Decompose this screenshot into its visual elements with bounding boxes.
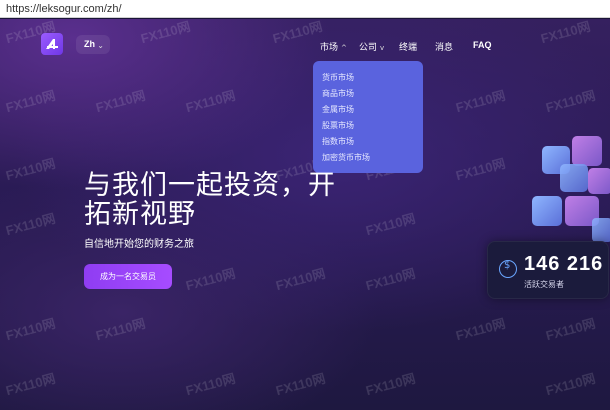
- watermark: FX110网: [544, 315, 597, 344]
- watermark: FX110网: [544, 370, 597, 399]
- watermark: FX110网: [184, 370, 237, 399]
- dropdown-item-forex[interactable]: 货币市场: [322, 72, 354, 83]
- watermark: FX110网: [94, 315, 147, 344]
- become-trader-button[interactable]: 成为一名交易员: [84, 264, 172, 289]
- chevron-up-icon: ^: [341, 44, 347, 52]
- watermark: FX110网: [274, 265, 327, 294]
- nav-news[interactable]: 消息: [435, 40, 453, 53]
- watermark: FX110网: [274, 370, 327, 399]
- nav-faq[interactable]: FAQ: [473, 40, 492, 50]
- chevron-down-icon: ⌄: [97, 41, 104, 50]
- watermark: FX110网: [4, 315, 57, 344]
- watermark: FX110网: [544, 87, 597, 116]
- watermark: FX110网: [539, 19, 592, 47]
- nav-terminal[interactable]: 终端: [399, 40, 417, 53]
- dropdown-item-crypto[interactable]: 加密货币市场: [322, 152, 370, 163]
- watermark: FX110网: [4, 210, 57, 239]
- watermark: FX110网: [184, 265, 237, 294]
- nav-markets[interactable]: 市场 ^: [320, 40, 347, 53]
- watermark: FX110网: [454, 315, 507, 344]
- hero-subtitle: 自信地开始您的财务之旅: [84, 239, 194, 250]
- markets-dropdown: 货币市场 商品市场 金属市场 股票市场 指数市场 加密货币市场: [313, 61, 423, 173]
- watermark: FX110网: [94, 87, 147, 116]
- nav-company[interactable]: 公司 v: [359, 40, 384, 53]
- dropdown-item-indices[interactable]: 指数市场: [322, 136, 354, 147]
- watermark: FX110网: [4, 155, 57, 184]
- active-traders-count: 146 216: [524, 253, 604, 275]
- hero-title: 与我们一起投资，开拓新视野: [84, 170, 336, 230]
- watermark: FX110网: [364, 370, 417, 399]
- page: FX110网 FX110网 FX110网 FX110网 FX110网 FX110…: [0, 19, 610, 410]
- watermark: FX110网: [364, 210, 417, 239]
- watermark: FX110网: [454, 155, 507, 184]
- watermark: FX110网: [271, 19, 324, 47]
- chevron-down-icon: v: [380, 44, 385, 52]
- dropdown-item-metals[interactable]: 金属市场: [322, 104, 354, 115]
- dropdown-item-commodities[interactable]: 商品市场: [322, 88, 354, 99]
- watermark: FX110网: [4, 87, 57, 116]
- logo-icon: [46, 39, 58, 49]
- language-label: Zh: [84, 39, 95, 49]
- cubes-illustration: [532, 136, 610, 242]
- logo[interactable]: [41, 33, 63, 55]
- nav-company-label: 公司: [359, 43, 378, 53]
- watermark: FX110网: [4, 370, 57, 399]
- dropdown-item-stocks[interactable]: 股票市场: [322, 120, 354, 131]
- watermark: FX110网: [139, 19, 192, 47]
- nav-markets-label: 市场: [320, 43, 339, 53]
- address-bar[interactable]: https://leksogur.com/zh/: [0, 0, 610, 18]
- active-traders-label: 活跃交易者: [524, 280, 564, 289]
- watermark: FX110网: [454, 87, 507, 116]
- watermark: FX110网: [184, 87, 237, 116]
- language-selector[interactable]: Zh ⌄: [76, 35, 110, 54]
- active-traders-card: $ 146 216 活跃交易者: [487, 241, 609, 299]
- coin-icon: $: [499, 260, 517, 278]
- watermark: FX110网: [364, 265, 417, 294]
